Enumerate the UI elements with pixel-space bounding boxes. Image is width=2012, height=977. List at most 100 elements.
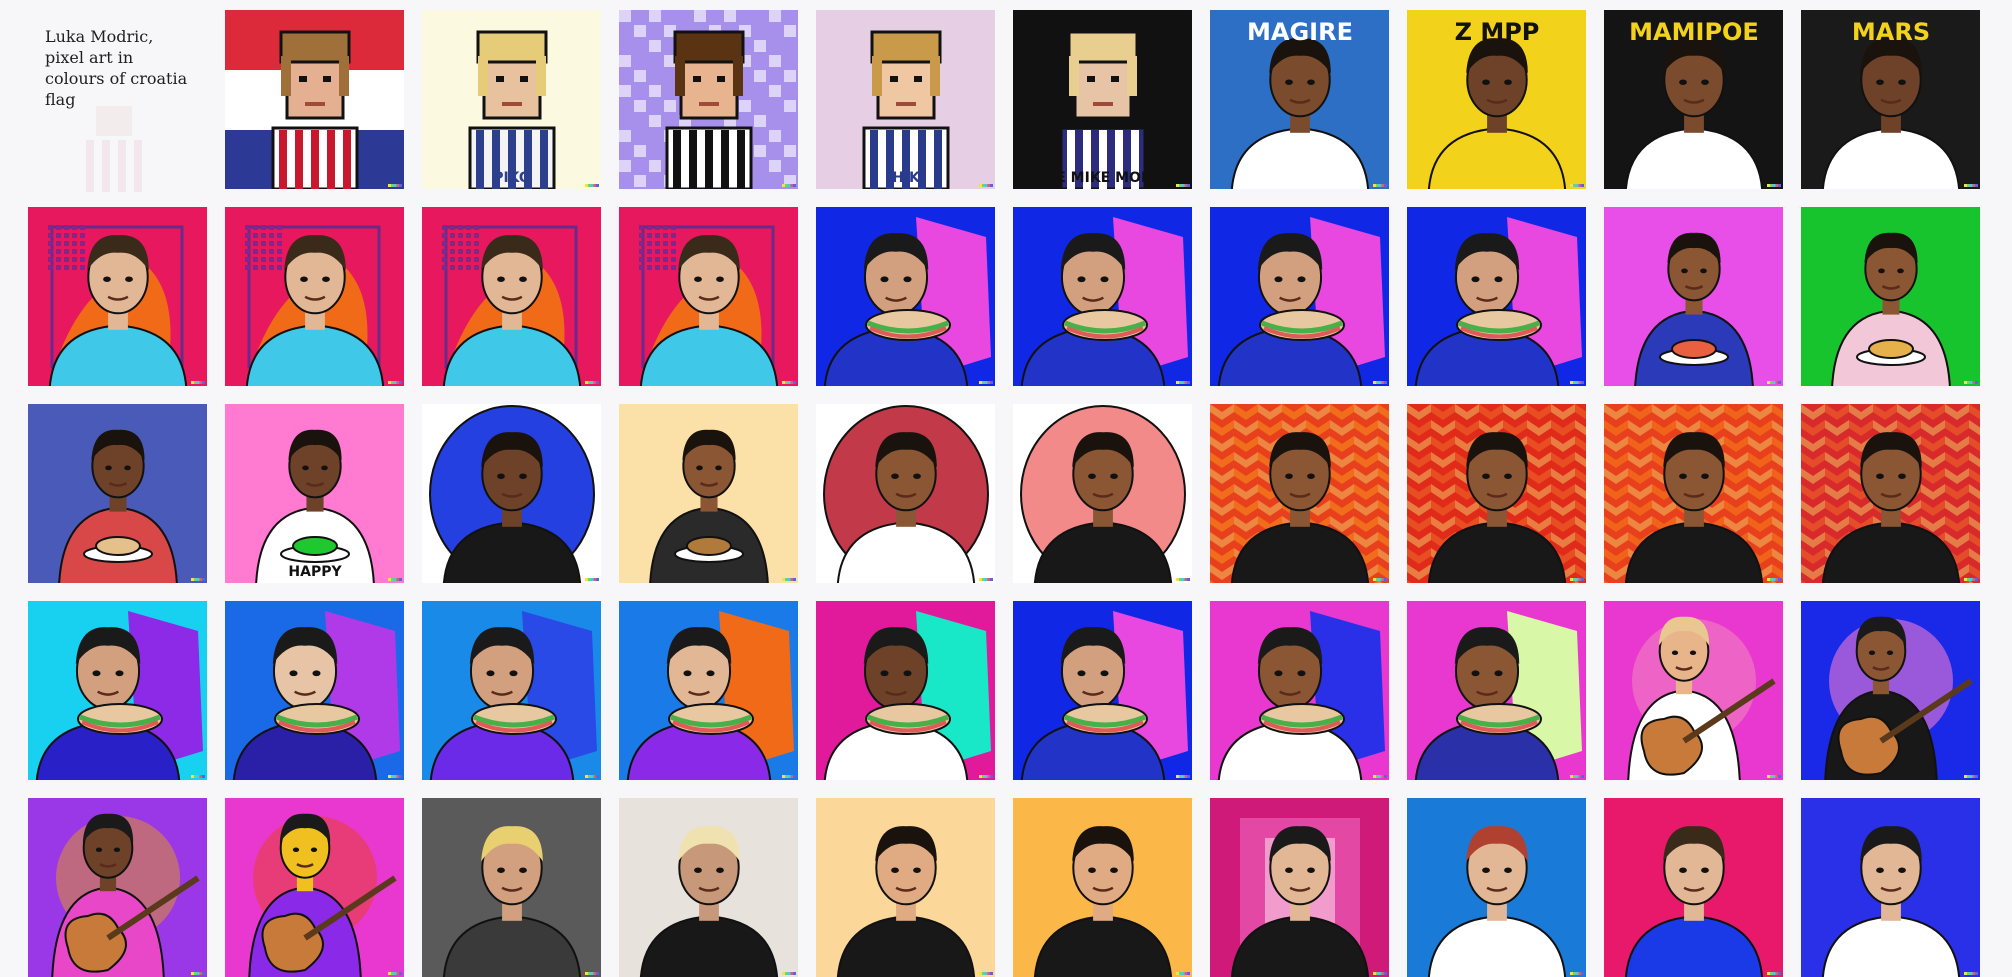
generated-image-tile[interactable]: [1604, 601, 1783, 780]
generated-image-tile[interactable]: [816, 404, 995, 583]
generated-image-tile[interactable]: [422, 207, 601, 386]
generated-image: [1013, 207, 1192, 386]
watermark-icon: [585, 578, 599, 581]
generated-image-tile[interactable]: HAPPY: [225, 404, 404, 583]
generated-image-tile[interactable]: [28, 798, 207, 977]
generated-image-tile[interactable]: [422, 798, 601, 977]
generated-image-tile[interactable]: [1801, 798, 1980, 977]
generated-image: [1604, 798, 1783, 977]
generated-image-tile[interactable]: [1407, 601, 1586, 780]
generated-image-tile[interactable]: HIK: [816, 10, 995, 189]
watermark-icon: [1767, 184, 1781, 187]
generated-image-tile[interactable]: [1013, 404, 1192, 583]
watermark-icon: [979, 381, 993, 384]
generated-image-tile[interactable]: [1407, 207, 1586, 386]
generated-image: [225, 798, 404, 977]
generated-image-tile[interactable]: [619, 601, 798, 780]
generated-image-tile[interactable]: [422, 601, 601, 780]
image-caption-text: DE MIKE MOKE: [1045, 170, 1162, 186]
image-caption-text: HAPPY: [288, 564, 342, 580]
watermark-icon: [1176, 775, 1190, 778]
generated-image: [1801, 404, 1980, 583]
generated-image-tile[interactable]: [1013, 207, 1192, 386]
watermark-icon: [1373, 184, 1387, 187]
image-caption-text: MARS: [1852, 18, 1930, 46]
generated-image-tile[interactable]: [1801, 601, 1980, 780]
generated-image-tile[interactable]: [1407, 404, 1586, 583]
generated-image: [28, 404, 207, 583]
generated-image: [1013, 798, 1192, 977]
generated-image: [816, 798, 995, 977]
watermark-icon: [1767, 381, 1781, 384]
watermark-icon: [1767, 578, 1781, 581]
watermark-icon: [388, 184, 402, 187]
watermark-icon: [1373, 381, 1387, 384]
watermark-icon: [1964, 381, 1978, 384]
generated-image: [1604, 404, 1783, 583]
generated-image: [619, 10, 798, 189]
generated-image-tile[interactable]: [1210, 207, 1389, 386]
watermark-icon: [1176, 184, 1190, 187]
generated-image: [1604, 601, 1783, 780]
generated-image-tile[interactable]: [1013, 798, 1192, 977]
watermark-icon: [388, 578, 402, 581]
generated-image-tile[interactable]: MAGIRE: [1210, 10, 1389, 189]
watermark-icon: [1964, 578, 1978, 581]
generated-image-tile[interactable]: [619, 798, 798, 977]
generated-image: [225, 10, 404, 189]
generated-image: [619, 601, 798, 780]
generated-image-tile[interactable]: [225, 798, 404, 977]
generated-image-tile[interactable]: [816, 207, 995, 386]
generated-image-tile[interactable]: [28, 404, 207, 583]
generated-image-tile[interactable]: MAMIPOE: [1604, 10, 1783, 189]
generated-image-tile[interactable]: MARS: [1801, 10, 1980, 189]
generated-image-tile[interactable]: [619, 10, 798, 189]
generated-image: [28, 601, 207, 780]
generated-image: [1407, 798, 1586, 977]
generated-image-tile[interactable]: [1801, 207, 1980, 386]
generated-image-tile[interactable]: [422, 404, 601, 583]
watermark-icon: [191, 775, 205, 778]
generated-image: [1801, 601, 1980, 780]
generated-image: MAGIRE: [1210, 10, 1389, 189]
watermark-icon: [782, 381, 796, 384]
generated-image-tile[interactable]: [1210, 798, 1389, 977]
watermark-icon: [1176, 578, 1190, 581]
watermark-icon: [1964, 775, 1978, 778]
generated-image-tile[interactable]: DE MIKE MOKE: [1013, 10, 1192, 189]
generated-image-tile[interactable]: [1604, 404, 1783, 583]
generated-image-tile[interactable]: Z MPP: [1407, 10, 1586, 189]
watermark-icon: [782, 578, 796, 581]
generated-image-tile[interactable]: [619, 404, 798, 583]
generated-image-tile[interactable]: [1210, 404, 1389, 583]
watermark-icon: [1570, 775, 1584, 778]
watermark-icon: [585, 972, 599, 975]
generated-image-tile[interactable]: ME MAM: [816, 601, 995, 780]
generated-image-tile[interactable]: [1801, 404, 1980, 583]
generated-image-tile[interactable]: [28, 601, 207, 780]
watermark-icon: [1373, 775, 1387, 778]
generated-image-tile[interactable]: [1604, 798, 1783, 977]
watermark-icon: [1767, 972, 1781, 975]
generated-image-tile[interactable]: [619, 207, 798, 386]
generated-image-tile[interactable]: [1407, 798, 1586, 977]
generated-image: [1801, 798, 1980, 977]
image-caption-text: MAGIRE: [1247, 18, 1353, 46]
generated-image: [422, 798, 601, 977]
generated-image: [225, 207, 404, 386]
watermark-icon: [782, 184, 796, 187]
generated-image-tile[interactable]: [1013, 601, 1192, 780]
image-caption-text: PIKO: [493, 170, 531, 186]
generated-image-tile[interactable]: [28, 207, 207, 386]
watermark-icon: [1570, 972, 1584, 975]
generated-image-tile[interactable]: [225, 10, 404, 189]
generated-image-tile[interactable]: [1210, 601, 1389, 780]
generated-image-tile[interactable]: [816, 798, 995, 977]
generated-image-tile[interactable]: [1604, 207, 1783, 386]
generated-image-tile[interactable]: PIKO: [422, 10, 601, 189]
watermark-icon: [1570, 578, 1584, 581]
generated-image-tile[interactable]: [225, 601, 404, 780]
watermark-icon: [979, 972, 993, 975]
generated-image-tile[interactable]: [225, 207, 404, 386]
watermark-icon: [585, 184, 599, 187]
